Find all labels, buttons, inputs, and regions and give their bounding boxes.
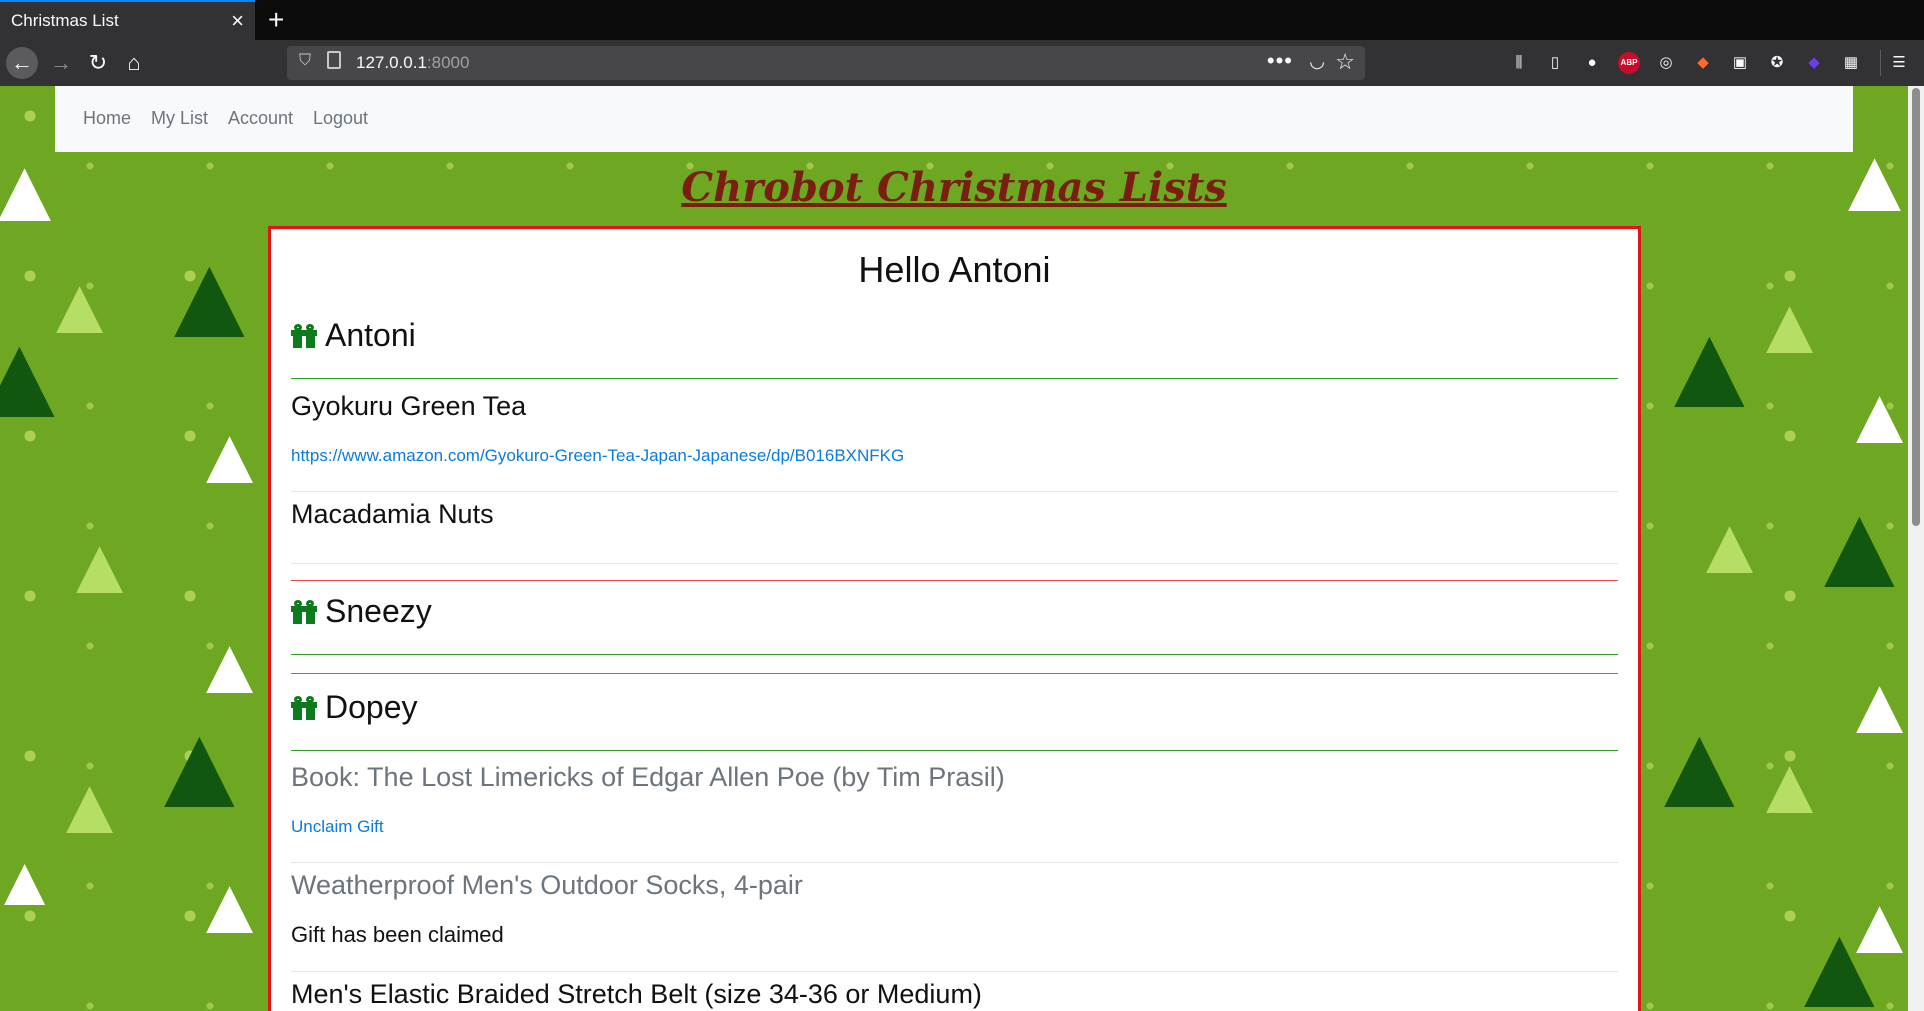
tree-decoration-icon: ▲	[190, 861, 270, 950]
gift-icon	[291, 324, 317, 348]
person-separator	[291, 580, 1618, 581]
scrollbar-thumb[interactable]	[1912, 88, 1920, 526]
nav-account-link[interactable]: Account	[228, 108, 293, 129]
sidebar-icon[interactable]: ▯	[1544, 52, 1566, 74]
greeting: Hello Antoni	[858, 249, 1051, 290]
tab-title: Christmas List	[11, 11, 119, 30]
url-bar[interactable]: ⛉ 127.0.0.1:8000 ••• ◡ ☆	[287, 46, 1365, 80]
tree-decoration-icon: ▲	[1800, 479, 1908, 613]
divider	[291, 971, 1618, 972]
library-icon[interactable]: ⫼	[1508, 52, 1530, 74]
gift-item-title: Gyokuru Green Tea	[291, 391, 527, 421]
new-tab-icon[interactable]: +	[268, 2, 284, 38]
tree-decoration-icon: ▲	[60, 521, 140, 610]
gift-item-title: Weatherproof Men's Outdoor Socks, 4-pair	[291, 870, 803, 900]
person-name: Sneezy	[325, 593, 432, 629]
shield-icon[interactable]: ⛉	[299, 52, 311, 70]
home-icon[interactable]: ⌂	[118, 47, 150, 79]
person-heading: Antoni	[291, 317, 416, 354]
gift-icon	[291, 600, 317, 624]
extension-diamond-icon[interactable]: ◆	[1803, 52, 1825, 74]
menu-icon[interactable]: ☰	[1888, 52, 1910, 74]
gift-item-title: Macadamia Nuts	[291, 499, 494, 529]
divider	[291, 378, 1618, 379]
site-title[interactable]: Chrobot Christmas Lists	[0, 164, 1908, 211]
tree-decoration-icon: ▲	[0, 842, 60, 920]
nav-logout-link[interactable]: Logout	[313, 108, 368, 129]
person-name: Dopey	[325, 689, 418, 725]
page-scrollbar[interactable]	[1908, 86, 1924, 1011]
extensions-grid-icon[interactable]: ▦	[1840, 52, 1862, 74]
pocket-icon[interactable]: ◡	[1309, 51, 1325, 72]
extension-a-icon[interactable]: ▣	[1729, 52, 1751, 74]
page-icon[interactable]	[327, 51, 341, 69]
forward-icon[interactable]: →	[45, 47, 77, 79]
gift-item-title: Book: The Lost Limericks of Edgar Allen …	[291, 762, 1005, 792]
tree-decoration-icon: ▲	[1750, 741, 1830, 830]
bookmark-star-icon[interactable]: ☆	[1335, 49, 1355, 75]
back-icon[interactable]: ←	[6, 47, 38, 79]
tree-decoration-icon: ▲	[140, 699, 259, 833]
tree-decoration-icon: ▲	[1840, 661, 1908, 750]
reload-icon[interactable]: ↻	[82, 47, 114, 79]
tree-decoration-icon: ▲	[190, 411, 270, 500]
gift-item-link[interactable]: https://www.amazon.com/Gyokuro-Green-Tea…	[291, 446, 904, 466]
adblock-plus-icon[interactable]: ABP	[1618, 52, 1640, 74]
tab-christmas-list[interactable]: Christmas List ×	[0, 0, 255, 40]
extension-owl-icon[interactable]: ◎	[1655, 52, 1677, 74]
divider	[291, 563, 1618, 564]
tree-decoration-icon: ▲	[1640, 699, 1759, 833]
nav-home-link[interactable]: Home	[83, 108, 131, 129]
gift-item-title: Men's Elastic Braided Stretch Belt (size…	[291, 979, 982, 1009]
tab-strip: Christmas List × +	[0, 0, 1924, 40]
tree-decoration-icon: ▲	[50, 761, 130, 850]
tree-decoration-icon: ▲	[40, 261, 120, 350]
tree-decoration-icon: ▲	[1780, 899, 1899, 1011]
cookie-icon[interactable]: ✪	[1766, 52, 1788, 74]
tree-decoration-icon: ▲	[1750, 281, 1830, 370]
navigation-toolbar: ← → ↻ ⌂ ⛉ 127.0.0.1:8000 ••• ◡ ☆ ⫼ ▯ ● A…	[0, 40, 1924, 86]
url-text[interactable]: 127.0.0.1:8000	[356, 53, 469, 73]
divider	[291, 862, 1618, 863]
person-separator	[291, 673, 1618, 674]
extension-fox-icon[interactable]: ◆	[1692, 52, 1714, 74]
gift-claimed-status: Gift has been claimed	[291, 922, 504, 947]
tree-decoration-icon: ▲	[190, 621, 270, 710]
close-icon[interactable]: ×	[231, 8, 244, 34]
divider	[291, 750, 1618, 751]
site-navbar: Home My List Account Logout	[55, 86, 1853, 152]
list-card: Hello Antoni Antoni Gyokuru Green Tea ht…	[268, 226, 1641, 1011]
tree-decoration-icon: ▲	[1690, 501, 1770, 590]
gift-icon	[291, 696, 317, 720]
person-heading: Sneezy	[291, 593, 432, 630]
tree-decoration-icon: ▲	[150, 229, 269, 363]
tree-decoration-icon: ▲	[1840, 371, 1908, 460]
toolbar-divider	[1880, 50, 1881, 76]
divider	[291, 654, 1618, 655]
unclaim-gift-link[interactable]: Unclaim Gift	[291, 817, 384, 837]
nav-my-list-link[interactable]: My List	[151, 108, 208, 129]
person-name: Antoni	[325, 317, 416, 353]
account-icon[interactable]: ●	[1581, 52, 1603, 74]
page-viewport: ▲ ▲ ▲ ▲ ▲ ▲ ▲ ▲ ▲ ▲ ▲ ▲ ▲ ▲ ▲ ▲ ▲ ▲ ▲ ▲ …	[0, 86, 1908, 1011]
person-heading: Dopey	[291, 689, 418, 726]
page-actions-icon[interactable]: •••	[1267, 48, 1293, 74]
divider	[291, 491, 1618, 492]
